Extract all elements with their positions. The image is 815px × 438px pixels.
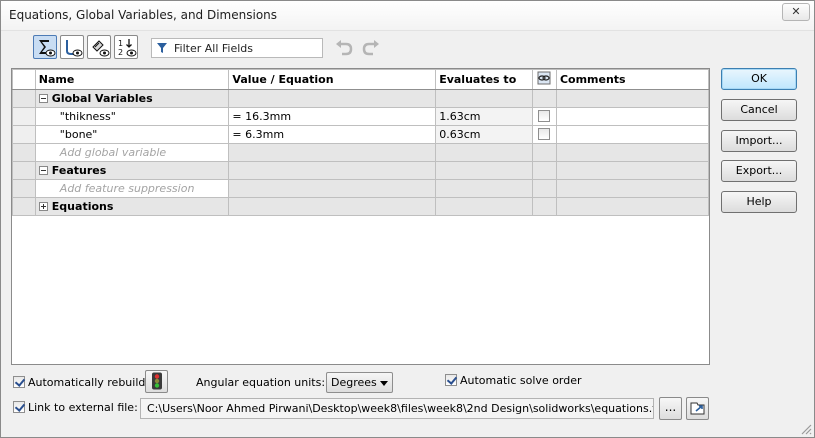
section-row-features: Features: [12, 161, 710, 180]
table-row: "bone" = 6.3mm 0.63cm: [12, 125, 710, 144]
close-icon: ✕: [791, 5, 801, 18]
auto-solve-option: Automatic solve order: [445, 374, 582, 387]
column-header-name[interactable]: Name: [34, 69, 230, 90]
browse-button[interactable]: ...: [659, 397, 682, 420]
row-selector[interactable]: [12, 89, 36, 108]
variable-evaluates-cell: 1.63cm: [435, 107, 534, 126]
add-global-variable-row: Add global variable: [12, 143, 710, 162]
row-selector[interactable]: [12, 125, 36, 144]
add-feature-suppression-row: Add feature suppression: [12, 179, 710, 198]
ok-button[interactable]: OK: [721, 68, 797, 90]
section-label: Equations: [51, 200, 114, 213]
resize-grip-icon[interactable]: [800, 423, 812, 435]
suppress-link-icon: [537, 71, 551, 85]
rebuild-button[interactable]: [145, 370, 168, 393]
sort-order-eye-icon: 1 2: [118, 39, 137, 57]
sigma-eye-icon: [39, 40, 56, 57]
svg-text:1: 1: [118, 39, 123, 48]
header-row: Name Value / Equation Evaluates to Comme…: [12, 69, 710, 90]
chevron-down-icon: [380, 381, 388, 386]
auto-rebuild-label[interactable]: Automatically rebuild: [28, 376, 145, 389]
sketch-eye-icon: [66, 40, 83, 57]
row-selector[interactable]: [12, 197, 36, 216]
equations-grid: Name Value / Equation Evaluates to Comme…: [11, 68, 710, 365]
equations-table: Name Value / Equation Evaluates to Comme…: [12, 69, 710, 216]
row-selector-header: [12, 69, 36, 90]
auto-solve-checkbox[interactable]: [445, 374, 457, 386]
traffic-light-icon: [151, 372, 162, 390]
sketch-equation-view-button[interactable]: [60, 35, 84, 59]
title-bar: Equations, Global Variables, and Dimensi…: [1, 1, 814, 31]
variable-comment-cell[interactable]: [555, 107, 710, 126]
section-row-equations: Equations: [12, 197, 710, 216]
open-file-icon: [690, 402, 704, 415]
ordered-view-button[interactable]: 1 2: [114, 35, 138, 59]
angular-units-select[interactable]: Degrees: [326, 372, 393, 393]
section-row-global-variables: Global Variables: [12, 89, 710, 108]
auto-rebuild-checkbox[interactable]: [13, 376, 25, 388]
section-label: Features: [51, 164, 107, 177]
undo-icon[interactable]: [334, 39, 354, 57]
external-file-path-field[interactable]: C:\Users\Noor Ahmed Pirwani\Desktop\week…: [140, 398, 654, 419]
import-button[interactable]: Import...: [721, 130, 797, 152]
row-selector[interactable]: [12, 107, 36, 126]
add-global-variable-cell[interactable]: Add global variable: [34, 143, 230, 162]
column-header-value[interactable]: Value / Equation: [228, 69, 437, 90]
column-header-evaluates[interactable]: Evaluates to: [435, 69, 534, 90]
row-selector[interactable]: [12, 179, 36, 198]
section-label-cell: Features: [34, 161, 230, 180]
section-label-cell: Global Variables: [34, 89, 230, 108]
section-label: Global Variables: [51, 92, 153, 105]
expand-icon[interactable]: [38, 202, 48, 211]
filter-placeholder: Filter All Fields: [174, 42, 253, 55]
dimension-view-button[interactable]: [87, 35, 111, 59]
row-selector[interactable]: [12, 143, 36, 162]
link-external-label[interactable]: Link to external file:: [28, 401, 138, 414]
open-file-button[interactable]: [686, 397, 709, 420]
dimension-eye-icon: [92, 40, 110, 57]
close-button[interactable]: ✕: [782, 3, 810, 21]
variable-name-cell[interactable]: "thikness": [34, 107, 230, 126]
row-selector[interactable]: [12, 161, 36, 180]
table-row: "thikness" = 16.3mm 1.63cm: [12, 107, 710, 126]
equation-view-button[interactable]: [33, 35, 57, 59]
variable-value-cell[interactable]: = 6.3mm: [228, 125, 437, 144]
suppress-checkbox[interactable]: [538, 128, 551, 140]
redo-icon[interactable]: [361, 39, 381, 57]
suppress-checkbox[interactable]: [538, 110, 551, 122]
variable-comment-cell[interactable]: [555, 125, 710, 144]
angular-units-label: Angular equation units:: [196, 376, 326, 389]
equations-dialog: Equations, Global Variables, and Dimensi…: [0, 0, 815, 438]
collapse-icon[interactable]: [38, 94, 48, 103]
link-external-option: Link to external file:: [13, 401, 138, 414]
cancel-button[interactable]: Cancel: [721, 99, 797, 121]
svg-text:2: 2: [118, 48, 123, 57]
section-label-cell: Equations: [34, 197, 230, 216]
link-external-checkbox[interactable]: [13, 401, 25, 413]
auto-solve-label[interactable]: Automatic solve order: [460, 374, 582, 387]
auto-rebuild-option: Automatically rebuild: [13, 376, 145, 389]
column-header-suppress[interactable]: [532, 69, 557, 90]
angular-units-value: Degrees: [331, 376, 377, 389]
add-feature-suppression-cell[interactable]: Add feature suppression: [34, 179, 230, 198]
variable-value-cell[interactable]: = 16.3mm: [228, 107, 437, 126]
collapse-icon[interactable]: [38, 166, 48, 175]
column-header-comments[interactable]: Comments: [555, 69, 710, 90]
help-button[interactable]: Help: [721, 191, 797, 213]
export-button[interactable]: Export...: [721, 160, 797, 182]
window-title: Equations, Global Variables, and Dimensi…: [9, 8, 278, 22]
variable-name-cell[interactable]: "bone": [34, 125, 230, 144]
filter-funnel-icon: [157, 43, 167, 53]
filter-field[interactable]: Filter All Fields: [151, 38, 323, 58]
variable-evaluates-cell: 0.63cm: [435, 125, 534, 144]
